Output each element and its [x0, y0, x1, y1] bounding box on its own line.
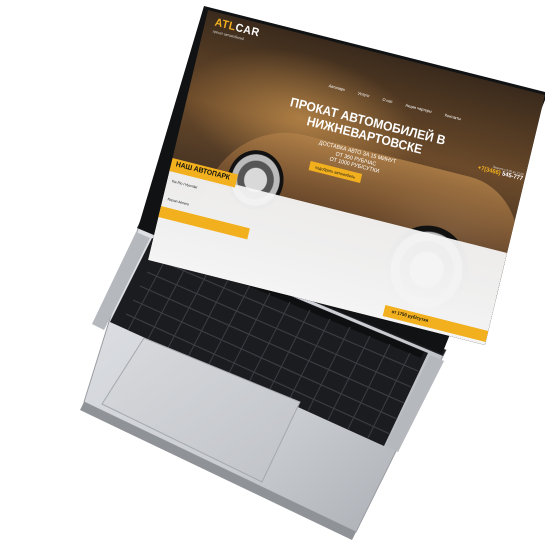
laptop-mockup: ATLCAR прокат автомобилей Автопарк Услуг…	[0, 0, 545, 554]
